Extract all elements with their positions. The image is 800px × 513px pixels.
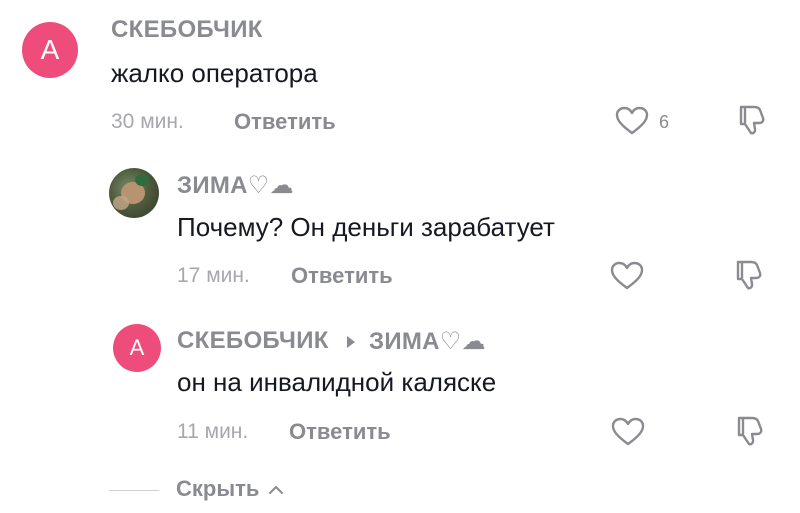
reply-to-username[interactable]: ЗИМА♡☁: [369, 327, 486, 356]
reply-arrow-icon: [347, 336, 355, 348]
hide-replies-button[interactable]: Скрыть: [176, 476, 284, 502]
heart-outline-icon[interactable]: [615, 106, 649, 136]
comment-username[interactable]: ЗИМА♡☁: [177, 171, 294, 200]
comment-time: 30 мин.: [111, 110, 184, 133]
comment-username[interactable]: СКЕБОБЧИК: [111, 16, 263, 44]
chevron-up-icon: [268, 486, 283, 495]
dislike-icon[interactable]: [734, 102, 768, 136]
divider: [109, 490, 159, 491]
avatar[interactable]: A: [113, 324, 161, 372]
avatar-letter: A: [40, 34, 60, 65]
heart-outline-icon[interactable]: [611, 417, 645, 447]
reply-button[interactable]: Ответить: [291, 263, 393, 289]
comment-time: 11 мин.: [177, 420, 249, 443]
comment-username[interactable]: СКЕБОБЧИК: [177, 327, 329, 355]
like-count: 6: [659, 112, 670, 132]
dislike-icon[interactable]: [731, 257, 765, 291]
reply-button[interactable]: Ответить: [289, 419, 391, 445]
hide-replies-label: Скрыть: [176, 476, 260, 501]
avatar[interactable]: A: [22, 22, 78, 78]
comment-time: 17 мин.: [177, 264, 250, 287]
comment-text: он на инвалидной каляске: [177, 367, 497, 397]
comment-text: жалко оператора: [111, 58, 318, 88]
avatar[interactable]: [109, 168, 159, 218]
avatar-letter: A: [129, 335, 145, 360]
dislike-icon[interactable]: [732, 413, 766, 447]
reply-button[interactable]: Ответить: [234, 109, 336, 135]
heart-outline-icon[interactable]: [610, 261, 644, 291]
comment-text: Почему? Он деньги зарабатует: [177, 212, 555, 242]
